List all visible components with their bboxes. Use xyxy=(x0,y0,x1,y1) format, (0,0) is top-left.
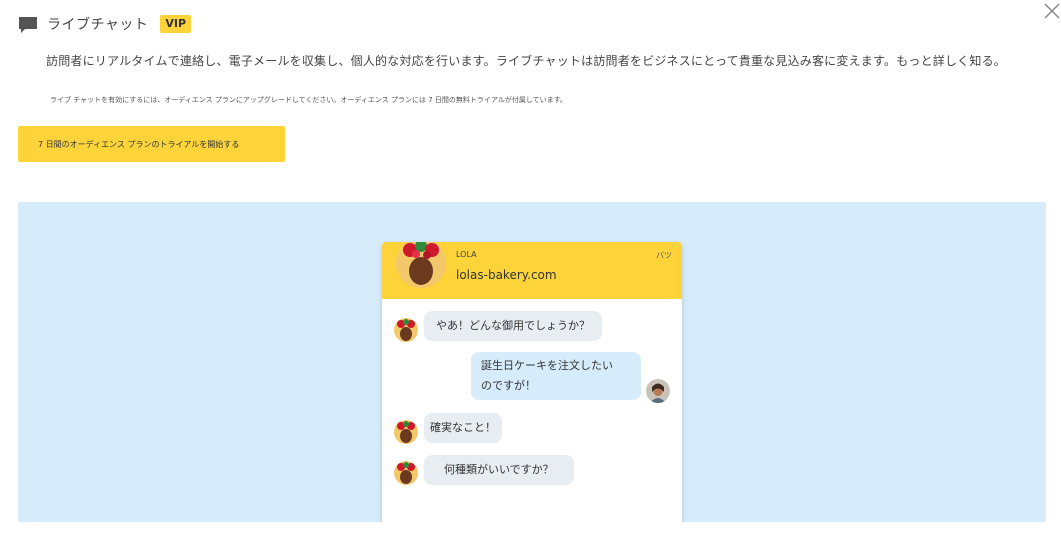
widget-close-button[interactable]: バツ xyxy=(656,250,672,261)
agent-site: lolas-bakery.com xyxy=(456,268,557,282)
chat-preview: LOLA lolas-bakery.com バツ やあ！どんな御用でしょうか？ … xyxy=(18,202,1046,522)
chat-widget: LOLA lolas-bakery.com バツ やあ！どんな御用でしょうか？ … xyxy=(382,242,682,522)
agent-avatar xyxy=(396,242,446,288)
chat-message-agent: やあ！どんな御用でしょうか？ xyxy=(424,311,602,341)
chat-message-agent: 確実なこと！ xyxy=(424,413,502,443)
agent-avatar-small xyxy=(394,461,418,485)
agent-avatar-small xyxy=(394,318,418,342)
visitor-message-line: のですが！ xyxy=(481,379,536,392)
visitor-avatar xyxy=(646,379,670,403)
close-icon[interactable] xyxy=(1043,2,1061,20)
agent-avatar-small xyxy=(394,420,418,444)
feature-description: 訪問者にリアルタイムで連絡し、電子メールを収集し、個人的な対応を行います。ライブ… xyxy=(46,54,1006,68)
visitor-message-line: 誕生日ケーキを注文したい xyxy=(481,359,613,372)
vip-badge: VIP xyxy=(160,15,192,33)
widget-header: LOLA lolas-bakery.com バツ xyxy=(382,242,682,299)
section-header: ライブチャット VIP xyxy=(18,14,192,34)
chat-message-agent: 何種類がいいですか？ xyxy=(424,455,574,485)
chat-bubble-icon xyxy=(19,17,37,33)
agent-name: LOLA xyxy=(456,250,477,259)
start-trial-button[interactable]: 7 日間のオーディエンス プランのトライアルを開始する xyxy=(18,126,285,162)
upgrade-note: ライブ チャットを有効にするには、オーディエンス プランにアップグレードしてくだ… xyxy=(50,96,567,104)
page-title: ライブチャット xyxy=(47,17,149,33)
chat-message-visitor: 誕生日ケーキを注文したい のですが！ xyxy=(471,352,641,400)
